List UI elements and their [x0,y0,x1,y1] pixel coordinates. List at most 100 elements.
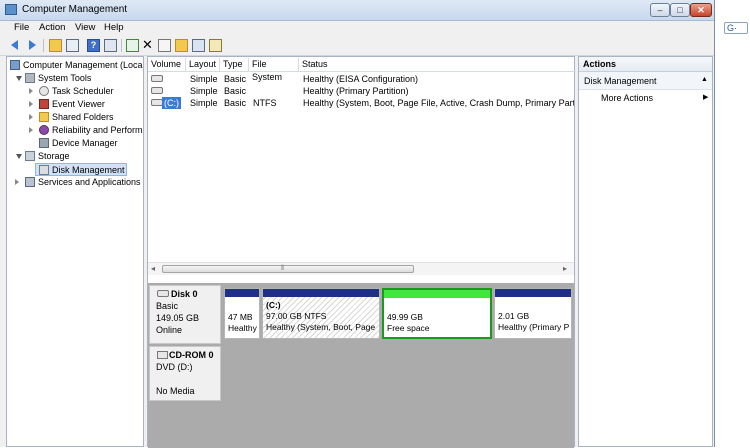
tree-label: Services and Applications [38,177,141,187]
tree-item-computer-management[interactable]: Computer Management (Local [7,59,143,72]
disk-type: DVD (D:) [156,362,193,372]
tree-item-event-viewer[interactable]: Event Viewer [7,98,143,111]
expand-arrow-icon[interactable] [15,179,19,185]
table-row[interactable]: (C:) Simple Basic NTFS Healthy (System, … [148,97,576,109]
close-button[interactable]: ✕ [690,3,712,17]
properties-icon[interactable] [104,39,117,52]
partition-size: 49.99 GB [387,312,423,322]
partition-c[interactable]: (C:) 97.00 GB NTFS Healthy (System, Boot… [262,288,380,339]
tree-item-task-scheduler[interactable]: Task Scheduler [7,85,143,98]
show-hide-tree-icon[interactable] [66,39,79,52]
scroll-right-icon[interactable]: ▸ [563,264,567,273]
tree-label: Task Scheduler [52,86,114,96]
computer-management-window: Computer Management – □ ✕ File Action Vi… [0,0,715,448]
menu-help[interactable]: Help [104,22,124,33]
collapse-arrow-icon[interactable] [16,154,22,159]
tree-label: System Tools [38,73,92,83]
title-bar[interactable]: Computer Management – □ ✕ [0,0,714,21]
refresh-icon[interactable] [126,39,139,52]
open-folder-icon[interactable] [175,39,188,52]
expand-arrow-icon[interactable] [29,88,33,94]
more-actions-label: More Actions [601,93,654,103]
scrollbar-thumb[interactable]: ⦀ [162,265,414,273]
maximize-button[interactable]: □ [670,3,690,17]
disk-name: Disk 0 [171,289,198,299]
expand-arrow-icon[interactable] [29,101,33,107]
tree-item-device-manager[interactable]: Device Manager [7,137,143,150]
partition-size: 47 MB [228,312,253,322]
disk-state: Online [156,325,183,335]
column-header-file-system[interactable]: File System [249,58,299,82]
partition-status: Healthy (System, Boot, Page [266,322,376,332]
event-viewer-icon [39,99,49,109]
computer-icon [10,60,20,70]
menu-file[interactable]: File [14,22,29,33]
tree-item-shared-folders[interactable]: Shared Folders [7,111,143,124]
expand-arrow-icon[interactable] [29,114,33,120]
disk-graphical-view: Disk 0 Basic 149.05 GB Online 47 MB Heal… [148,283,574,448]
status-cell: Healthy (System, Boot, Page File, Active… [303,98,574,108]
forward-icon[interactable] [29,40,36,50]
volume-list-header: Volume Layout Type File System Status [148,58,576,82]
disk-size: 149.05 GB [156,313,200,323]
menu-action[interactable]: Action [39,22,65,33]
tree-item-disk-management[interactable]: Disk Management [35,163,127,176]
layout-cell: Simple [190,86,218,96]
export-icon[interactable] [158,39,171,52]
tree-item-reliability-performance[interactable]: Reliability and Performa [7,124,143,137]
partition-free-space[interactable]: 49.99 GB Free space [382,288,492,339]
up-folder-icon[interactable] [49,39,62,52]
disk-icon [157,290,169,297]
scroll-left-icon[interactable]: ◂ [151,264,155,273]
table-row[interactable]: Simple Basic Healthy (Primary Partition) [148,85,576,97]
help-icon[interactable]: ? [87,39,100,52]
file-system-cell: NTFS [253,98,277,108]
disk-media: No Media [156,386,195,396]
collapse-arrow-icon[interactable] [16,76,22,81]
toolbar-separator [121,39,122,52]
actions-section-label: Disk Management [584,76,657,86]
volume-icon [151,87,163,94]
wizard-icon[interactable] [209,39,222,52]
partition-status: Free space [387,323,430,333]
cdrom-0-label[interactable]: CD-ROM 0 DVD (D:) No Media [149,346,221,401]
column-header-volume[interactable]: Volume [148,58,186,71]
actions-title: Actions [583,59,617,69]
disk-management-icon [39,165,49,175]
partition-size: 97.00 GB NTFS [266,311,327,321]
horizontal-scrollbar[interactable]: ◂ ⦀ ▸ [148,262,574,275]
disk-0-label[interactable]: Disk 0 Basic 149.05 GB Online [149,285,221,344]
back-icon[interactable] [11,40,18,50]
delete-icon[interactable]: ✕ [142,37,153,52]
actions-header: Actions [579,57,712,72]
expand-arrow-icon[interactable] [29,127,33,133]
more-actions-item[interactable]: More Actions ▶ [579,92,712,106]
partition-eisa[interactable]: 47 MB Healthy [224,288,260,339]
tools-icon [25,73,35,83]
shared-folder-icon [39,112,49,122]
tree-item-services-applications[interactable]: Services and Applications [7,176,143,189]
minimize-button[interactable]: – [650,3,670,17]
google-button[interactable]: G· [724,22,748,34]
table-row[interactable]: Simple Basic Healthy (EISA Configuration… [148,73,576,85]
column-header-type[interactable]: Type [220,58,249,71]
actions-section-disk-management[interactable]: Disk Management ▲ [579,72,712,90]
tree-label: Computer Management (Local [23,60,144,70]
column-header-layout[interactable]: Layout [186,58,220,71]
tree-item-system-tools[interactable]: System Tools [7,72,143,85]
search-icon[interactable] [192,39,205,52]
tree-item-storage[interactable]: Storage [7,150,143,163]
thumb-grip: ⦀ [281,265,285,272]
partition-bar [225,289,259,297]
submenu-arrow-icon: ▶ [703,94,709,101]
status-cell: Healthy (Primary Partition) [303,86,409,96]
console-tree: Computer Management (Local System Tools … [6,56,144,447]
partition-bar [495,289,571,297]
menu-bar: File Action View Help [0,21,714,36]
partition-primary[interactable]: 2.01 GB Healthy (Primary P [494,288,572,339]
column-header-status[interactable]: Status [299,58,576,71]
menu-view[interactable]: View [75,22,95,33]
tree-label: Reliability and Performa [52,125,144,135]
layout-cell: Simple [190,98,218,108]
collapse-up-icon[interactable]: ▲ [701,76,708,83]
